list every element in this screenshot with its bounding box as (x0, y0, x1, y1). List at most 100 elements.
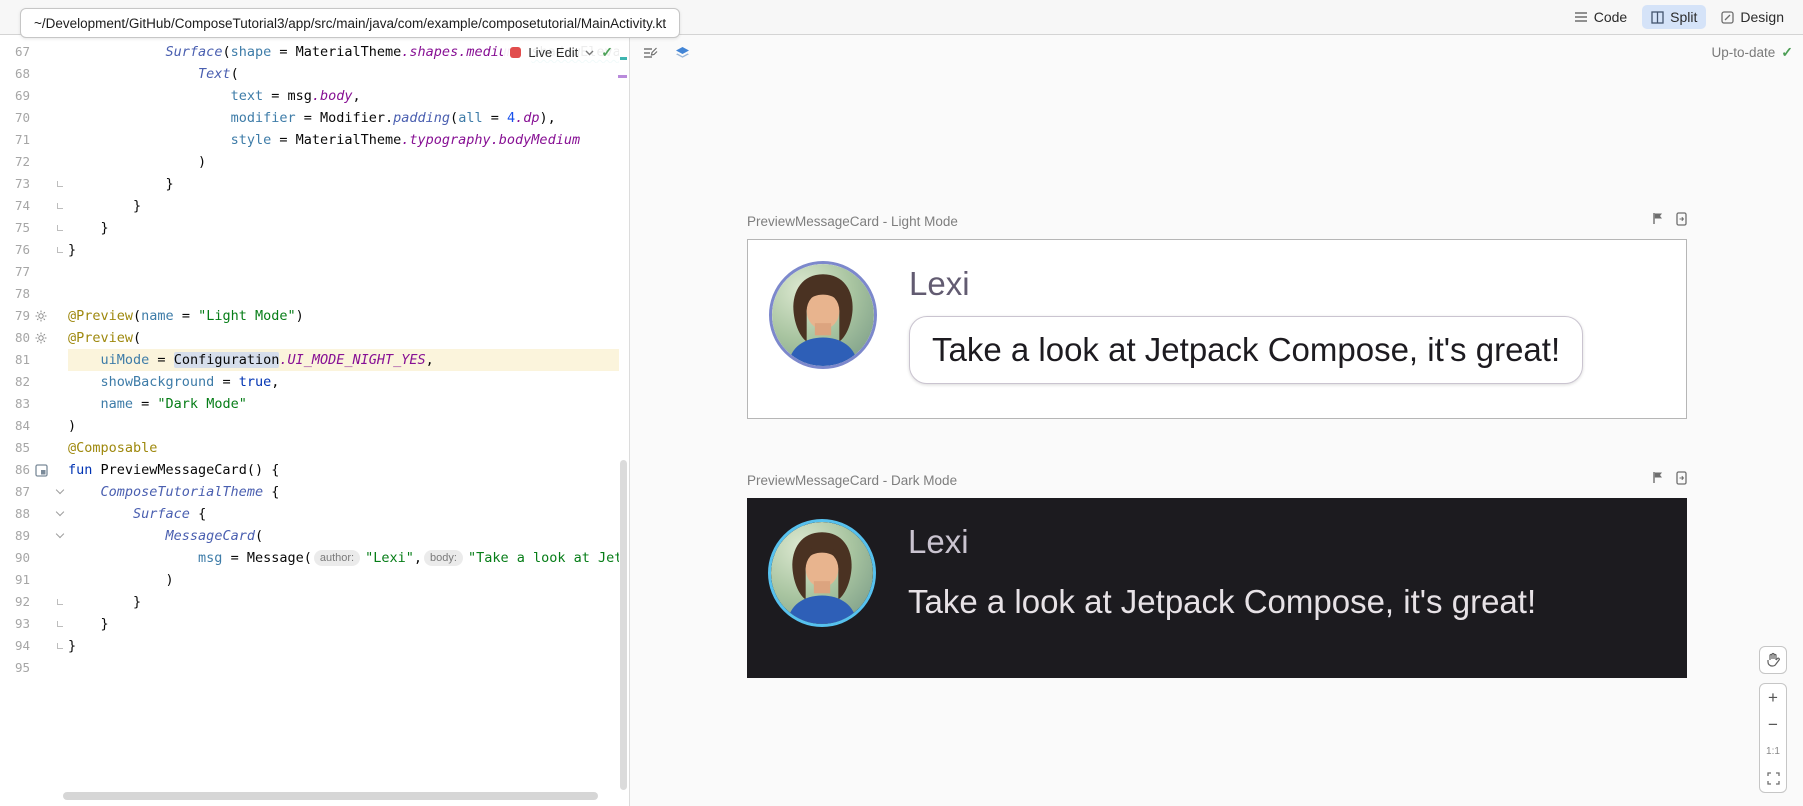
message-card-dark[interactable]: LexiTake a look at Jetpack Compose, it's… (747, 498, 1687, 678)
fold-marker[interactable] (52, 203, 68, 209)
code-line[interactable]: 82 showBackground = true, (0, 371, 619, 393)
fold-marker[interactable] (52, 247, 68, 253)
actual-size-icon[interactable]: 1:1 (1760, 738, 1786, 765)
mode-design-button[interactable]: Design (1712, 5, 1793, 29)
check-icon: ✓ (601, 44, 613, 61)
code-line[interactable]: 95 (0, 657, 619, 679)
code-line[interactable]: 80@Preview( (0, 327, 619, 349)
code-editor-pane[interactable]: 67 Surface(shape = MaterialTheme.shapes.… (0, 35, 630, 806)
preview-settings-gutter-icon[interactable] (30, 332, 52, 344)
compose-preview-gutter-icon[interactable] (30, 464, 52, 477)
code-text: msg = Message(author:"Lexi",body:"Take a… (68, 547, 619, 569)
code-text: Surface { (68, 503, 619, 525)
code-line[interactable]: 85@Composable (0, 437, 619, 459)
interactive-mode-icon[interactable] (1652, 212, 1664, 230)
line-number: 67 (0, 41, 30, 63)
code-text: name = "Dark Mode" (68, 393, 619, 415)
vertical-scroll-thumb[interactable] (620, 460, 627, 790)
message-body: Take a look at Jetpack Compose, it's gre… (909, 316, 1583, 384)
code-text: } (68, 217, 619, 239)
line-number: 78 (0, 283, 30, 305)
code-text: style = MaterialTheme.typography.bodyMed… (68, 129, 619, 151)
split-view: 67 Surface(shape = MaterialTheme.shapes.… (0, 35, 1803, 806)
panel-action-icons (1652, 212, 1687, 231)
fold-marker[interactable] (52, 181, 68, 187)
code-line[interactable]: 94} (0, 635, 619, 657)
code-line[interactable]: 83 name = "Dark Mode" (0, 393, 619, 415)
run-on-device-icon[interactable] (1676, 471, 1687, 490)
preview-title: PreviewMessageCard - Dark Mode (747, 473, 957, 488)
preview-settings-gutter-icon[interactable] (30, 310, 52, 322)
line-number: 79 (0, 305, 30, 327)
line-number: 73 (0, 173, 30, 195)
code-text: } (68, 635, 619, 657)
preview-status-text: Up-to-date (1711, 45, 1775, 60)
fold-marker[interactable] (52, 225, 68, 231)
code-line[interactable]: 73 } (0, 173, 619, 195)
mode-split-button[interactable]: Split (1642, 5, 1706, 29)
code-area[interactable]: 67 Surface(shape = MaterialTheme.shapes.… (0, 41, 619, 679)
code-line[interactable]: 71 style = MaterialTheme.typography.body… (0, 129, 619, 151)
scrollbar-warning-mark (620, 57, 627, 60)
editor-vertical-scrollbar[interactable] (619, 35, 627, 792)
mode-label: Split (1670, 9, 1697, 25)
code-line[interactable]: 69 text = msg.body, (0, 85, 619, 107)
code-line[interactable]: 74 } (0, 195, 619, 217)
layers-icon[interactable] (670, 41, 694, 65)
code-icon (1574, 11, 1588, 23)
line-number: 85 (0, 437, 30, 459)
code-line[interactable]: 70 modifier = Modifier.padding(all = 4.d… (0, 107, 619, 129)
code-line[interactable]: 81 uiMode = Configuration.UI_MODE_NIGHT_… (0, 349, 619, 371)
zoom-out-icon[interactable]: − (1760, 711, 1786, 738)
fold-marker[interactable] (52, 491, 68, 493)
code-text: } (68, 195, 619, 217)
mode-label: Code (1594, 9, 1627, 25)
run-on-device-icon[interactable] (1676, 212, 1687, 231)
fold-marker[interactable] (52, 599, 68, 605)
breadcrumb[interactable]: ~/Development/GitHub/ComposeTutorial3/ap… (20, 8, 680, 38)
code-line[interactable]: 76} (0, 239, 619, 261)
line-number: 92 (0, 591, 30, 613)
pan-hand-icon[interactable] (1759, 646, 1787, 674)
live-edit-status-icon[interactable] (510, 47, 521, 58)
interactive-mode-icon[interactable] (1652, 471, 1664, 489)
line-number: 72 (0, 151, 30, 173)
editor-horizontal-scrollbar[interactable] (0, 792, 619, 800)
code-line[interactable]: 68 Text( (0, 63, 619, 85)
scrollbar-info-mark (618, 75, 627, 78)
avatar (768, 519, 876, 627)
code-line[interactable]: 88 Surface { (0, 503, 619, 525)
code-text: fun PreviewMessageCard() { (68, 459, 619, 481)
code-line[interactable]: 78 (0, 283, 619, 305)
code-line[interactable]: 79@Preview(name = "Light Mode") (0, 305, 619, 327)
message-card-light[interactable]: Lexi Take a look at Jetpack Compose, it's… (747, 239, 1687, 419)
editor-mode-switcher: Code Split Design (1565, 5, 1793, 29)
code-text: ComposeTutorialTheme { (68, 481, 619, 503)
fold-marker[interactable] (52, 535, 68, 537)
zoom-controls: + − 1:1 (1759, 683, 1787, 793)
status-check-icon: ✓ (1781, 44, 1793, 61)
fold-marker[interactable] (52, 513, 68, 515)
zoom-in-icon[interactable]: + (1760, 684, 1786, 711)
code-line[interactable]: 86fun PreviewMessageCard() { (0, 459, 619, 481)
code-line[interactable]: 84) (0, 415, 619, 437)
ui-check-mode-icon[interactable] (638, 41, 662, 65)
code-line[interactable]: 72 ) (0, 151, 619, 173)
code-line[interactable]: 91 ) (0, 569, 619, 591)
code-line[interactable]: 90 msg = Message(author:"Lexi",body:"Tak… (0, 547, 619, 569)
fold-marker[interactable] (52, 621, 68, 627)
author-name: Lexi (909, 265, 1665, 303)
live-edit-label[interactable]: Live Edit (528, 45, 578, 60)
code-line[interactable]: 92 } (0, 591, 619, 613)
panel-header: PreviewMessageCard - Dark Mode (747, 469, 1687, 491)
chevron-down-icon[interactable] (585, 43, 594, 61)
fold-marker[interactable] (52, 643, 68, 649)
code-line[interactable]: 87 ComposeTutorialTheme { (0, 481, 619, 503)
code-line[interactable]: 89 MessageCard( (0, 525, 619, 547)
zoom-to-fit-icon[interactable] (1760, 765, 1786, 792)
mode-code-button[interactable]: Code (1565, 5, 1636, 29)
code-line[interactable]: 75 } (0, 217, 619, 239)
horizontal-scroll-thumb[interactable] (63, 792, 598, 800)
code-line[interactable]: 77 (0, 261, 619, 283)
code-line[interactable]: 93 } (0, 613, 619, 635)
